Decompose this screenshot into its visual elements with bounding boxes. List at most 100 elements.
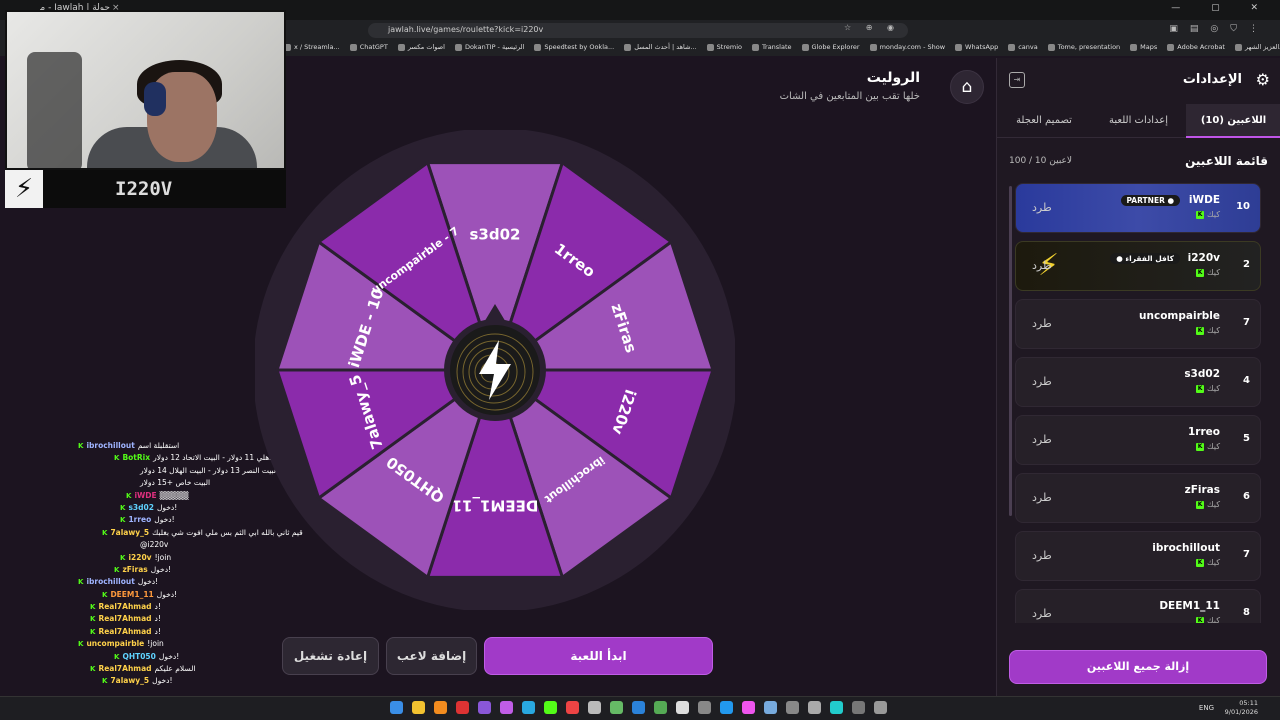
address-bar-icons[interactable]: ☆ ⊕ ◉ — [844, 23, 900, 32]
players-scrollbar[interactable] — [1009, 186, 1012, 516]
remove-all-players-button[interactable]: إزالة جميع اللاعبين — [1009, 650, 1267, 684]
taskbar-app-icon[interactable] — [412, 701, 425, 714]
bookmark-item[interactable]: Speedtest by Ookla... — [534, 41, 614, 53]
taskbar-app-icon[interactable] — [852, 701, 865, 714]
taskbar-app-icon[interactable] — [522, 701, 535, 714]
language-indicator[interactable]: ENG — [1199, 704, 1214, 712]
kick-player-button[interactable]: طرد — [1032, 201, 1052, 214]
bookmark-item[interactable]: ChatGPT — [349, 41, 388, 53]
taskbar-app-icon[interactable] — [566, 701, 579, 714]
chat-text: دخول! — [150, 564, 172, 574]
chat-username[interactable]: zFiras — [122, 564, 147, 576]
taskbar-app-icon[interactable] — [632, 701, 645, 714]
taskbar-app-icon[interactable] — [654, 701, 667, 714]
taskbar-app-icon[interactable] — [544, 701, 557, 714]
window-controls[interactable]: — ▢ ✕ — [1171, 3, 1272, 13]
chat-username[interactable]: i220v — [128, 552, 151, 564]
player-name: DEEM1_11 — [1159, 600, 1220, 612]
player-badge: PARTNER ● — [1120, 195, 1180, 206]
taskbar-app-icon[interactable] — [764, 701, 777, 714]
taskbar-app-icon[interactable] — [676, 701, 689, 714]
tab-game-settings[interactable]: إعدادات اللعبة — [1091, 104, 1186, 138]
bookmark-item[interactable]: x / Streamla... — [284, 41, 340, 53]
chat-username[interactable]: s3d02 — [128, 502, 154, 514]
chat-username[interactable]: uncompairble — [86, 638, 144, 650]
kick-player-button[interactable]: طرد — [1032, 433, 1052, 446]
chat-username[interactable]: QHT050 — [122, 651, 155, 663]
chat-text: استقلبلة اسم — [137, 441, 180, 450]
chair — [27, 52, 82, 168]
bookmark-item[interactable]: شاهد | أحدث المسل... — [624, 41, 697, 53]
taskbar-app-icon[interactable] — [830, 701, 843, 714]
chat-username[interactable]: 7alawy_5 — [110, 527, 149, 539]
taskbar-app-icon[interactable] — [742, 701, 755, 714]
system-clock[interactable]: 05:11 9/01/2026 — [1225, 699, 1258, 717]
platform-label: كيك — [1207, 558, 1220, 567]
roulette-wheel[interactable]: s3d021rreozFirasi220vibrochilloutDEEM1_1… — [255, 130, 735, 610]
wheel-segment-label: DEEM1_11 — [452, 497, 539, 515]
toolbar-extensions-icons[interactable]: ▣▤◎⛉⋮ — [1169, 24, 1270, 34]
bookmark-favicon-icon — [752, 43, 759, 51]
url-text[interactable]: jawlah.live/games/roulette?kick=i220v — [388, 25, 543, 34]
bookmark-favicon-icon — [706, 43, 714, 51]
collapse-panel-icon[interactable]: ⇥ — [1009, 72, 1025, 88]
bookmark-item[interactable]: WhatsApp — [955, 41, 998, 53]
chat-username[interactable]: DEEM1_11 — [110, 589, 153, 601]
bookmark-item[interactable]: Globe Explorer — [801, 41, 860, 53]
replay-button[interactable]: إعادة تشغيل — [282, 637, 379, 675]
taskbar-app-icon[interactable] — [720, 701, 733, 714]
chat-username[interactable]: 1rreo — [128, 514, 151, 526]
taskbar-app-icon[interactable] — [786, 701, 799, 714]
kick-platform-icon: K — [1196, 268, 1205, 277]
chat-username[interactable]: Real7Ahmad — [98, 613, 151, 625]
chat-username[interactable]: ibrochillout — [86, 576, 134, 588]
kick-badge-icon: K — [120, 503, 126, 512]
bookmark-label: Globe Explorer — [811, 43, 860, 51]
taskbar-app-icon[interactable] — [588, 701, 601, 714]
bookmark-item[interactable]: Adobe Acrobat — [1167, 41, 1225, 53]
taskbar-app-icon[interactable] — [808, 701, 821, 714]
start-game-button[interactable]: ابدأ اللعبة — [484, 637, 713, 675]
page-title: الروليت — [866, 70, 920, 86]
bookmark-item[interactable]: DokanTIP - الرئيسية — [454, 41, 524, 53]
taskbar-app-icon[interactable] — [874, 701, 887, 714]
address-bar[interactable]: jawlah.live/games/roulette?kick=i220v ☆ … — [368, 23, 908, 38]
bookmark-item[interactable]: Maps — [1130, 41, 1157, 53]
bookmark-item[interactable]: Stremio — [706, 41, 742, 53]
clock-date: 9/01/2026 — [1224, 708, 1258, 716]
chat-username[interactable]: Real7Ahmad — [98, 626, 151, 638]
taskbar-app-icon[interactable] — [390, 701, 403, 714]
chat-username[interactable]: Real7Ahmad — [98, 601, 151, 613]
kick-player-button[interactable]: طرد — [1032, 549, 1052, 562]
chat-username[interactable]: BotRix — [122, 452, 150, 464]
taskbar-app-icon[interactable] — [434, 701, 447, 714]
bookmark-item[interactable]: اصوات مكسر — [397, 41, 445, 53]
kick-player-button[interactable]: طرد — [1032, 607, 1052, 620]
bookmark-item[interactable]: Translate — [752, 41, 792, 53]
chat-username[interactable]: Real7Ahmad — [98, 663, 151, 675]
kick-player-button[interactable]: طرد — [1032, 375, 1052, 388]
kick-player-button[interactable]: طرد — [1032, 259, 1052, 272]
chat-username[interactable]: iWDE — [134, 490, 156, 502]
player-entries: 7 — [1243, 317, 1250, 328]
bookmark-item[interactable]: monday.com - Show — [869, 41, 945, 53]
taskbar-app-icon[interactable] — [610, 701, 623, 714]
platform-label: كيك — [1207, 384, 1220, 393]
player-name: uncompairble — [1139, 310, 1220, 322]
bookmark-item[interactable]: canva — [1008, 41, 1038, 53]
chat-username[interactable]: 7alawy_5 — [110, 675, 149, 687]
add-player-button[interactable]: إضافة لاعب — [386, 637, 477, 675]
taskbar-app-icon[interactable] — [698, 701, 711, 714]
taskbar-app-icon[interactable] — [456, 701, 469, 714]
tab-wheel-design[interactable]: تصميم العجلة — [997, 104, 1091, 138]
bookmark-item[interactable]: البث عبدالعزيز الشهر... — [1234, 41, 1280, 53]
chat-username[interactable]: ibrochillout — [86, 440, 134, 452]
taskbar-app-icon[interactable] — [478, 701, 491, 714]
bookmark-label: شاهد | أحدث المسل... — [634, 43, 697, 51]
kick-player-button[interactable]: طرد — [1032, 491, 1052, 504]
home-button[interactable]: ⌂ — [950, 70, 984, 104]
bookmark-item[interactable]: Tome, presentation — [1047, 41, 1120, 53]
kick-player-button[interactable]: طرد — [1032, 317, 1052, 330]
tab-players[interactable]: اللاعبين (10) — [1186, 104, 1280, 138]
taskbar-app-icon[interactable] — [500, 701, 513, 714]
